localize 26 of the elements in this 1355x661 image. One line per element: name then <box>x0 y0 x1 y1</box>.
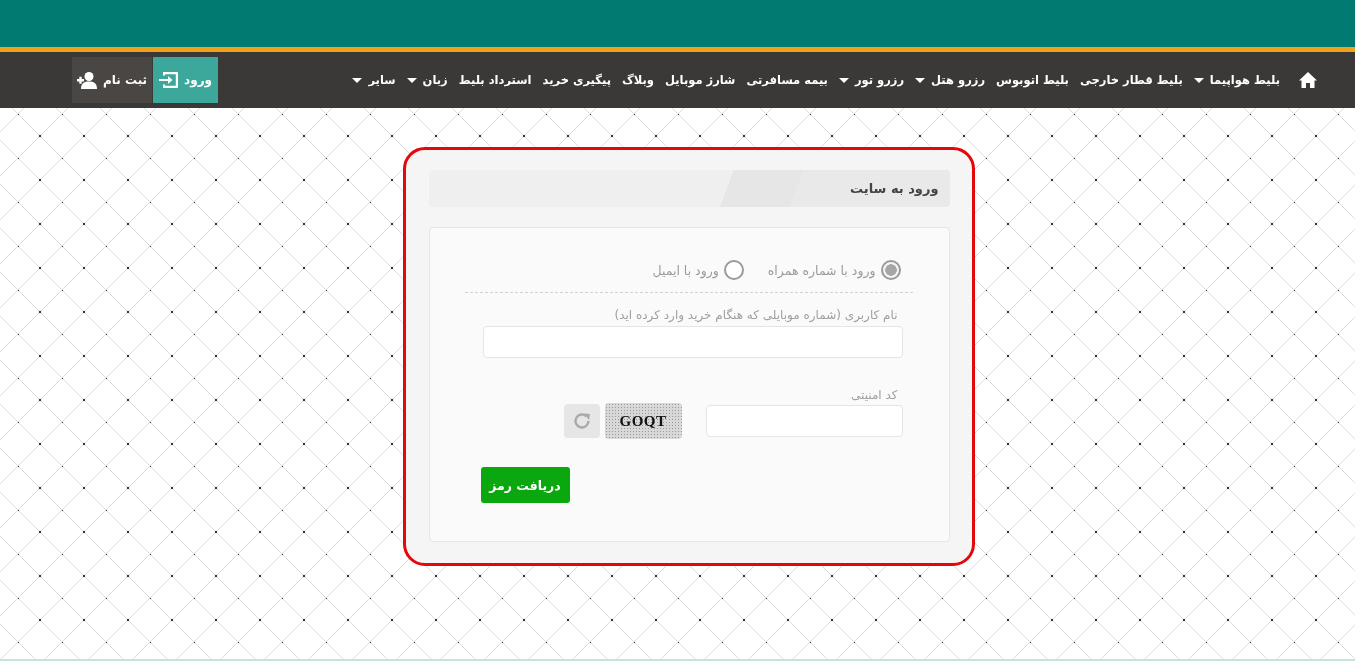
captcha-text: GOQT <box>604 403 682 439</box>
nav-link[interactable]: بلیط هواپیما <box>1193 69 1280 91</box>
nav-link[interactable]: زبان <box>406 69 448 91</box>
nav-link[interactable]: استرداد بلیط <box>458 69 532 91</box>
nav-link[interactable]: پیگیری خرید <box>542 69 611 91</box>
refresh-icon <box>571 411 592 431</box>
username-field[interactable] <box>482 326 903 358</box>
register-button[interactable]: ثبت نام <box>72 57 153 103</box>
nav-link[interactable]: بلیط قطار خارجی <box>1079 69 1183 91</box>
nav-link[interactable]: رزرو هتل <box>915 69 986 91</box>
field-label: کد امنیتی <box>851 388 899 402</box>
nav-link[interactable]: سایر <box>352 69 396 91</box>
nav-link[interactable]: بلیط اتوبوس <box>996 69 1069 91</box>
radio-button[interactable] <box>723 260 744 280</box>
login-icon <box>159 71 179 89</box>
user-plus-icon <box>77 71 97 89</box>
nav-link[interactable]: بیمه مسافرتی <box>746 69 828 91</box>
panel-title: ورود به سایت <box>850 181 939 196</box>
home-icon[interactable] <box>1299 72 1317 88</box>
field-label: نام کاربری (شماره موبایلی که هنگام خرید وارد کرده اید) <box>614 308 899 322</box>
nav-link[interactable]: رزرو تور <box>838 69 905 91</box>
nav-link[interactable]: شارژ موبایل <box>665 69 736 91</box>
radio-button[interactable] <box>880 260 901 280</box>
security-code-field[interactable] <box>705 405 903 437</box>
refresh-button[interactable] <box>563 404 600 438</box>
nav-link[interactable]: وبلاگ <box>622 69 654 91</box>
